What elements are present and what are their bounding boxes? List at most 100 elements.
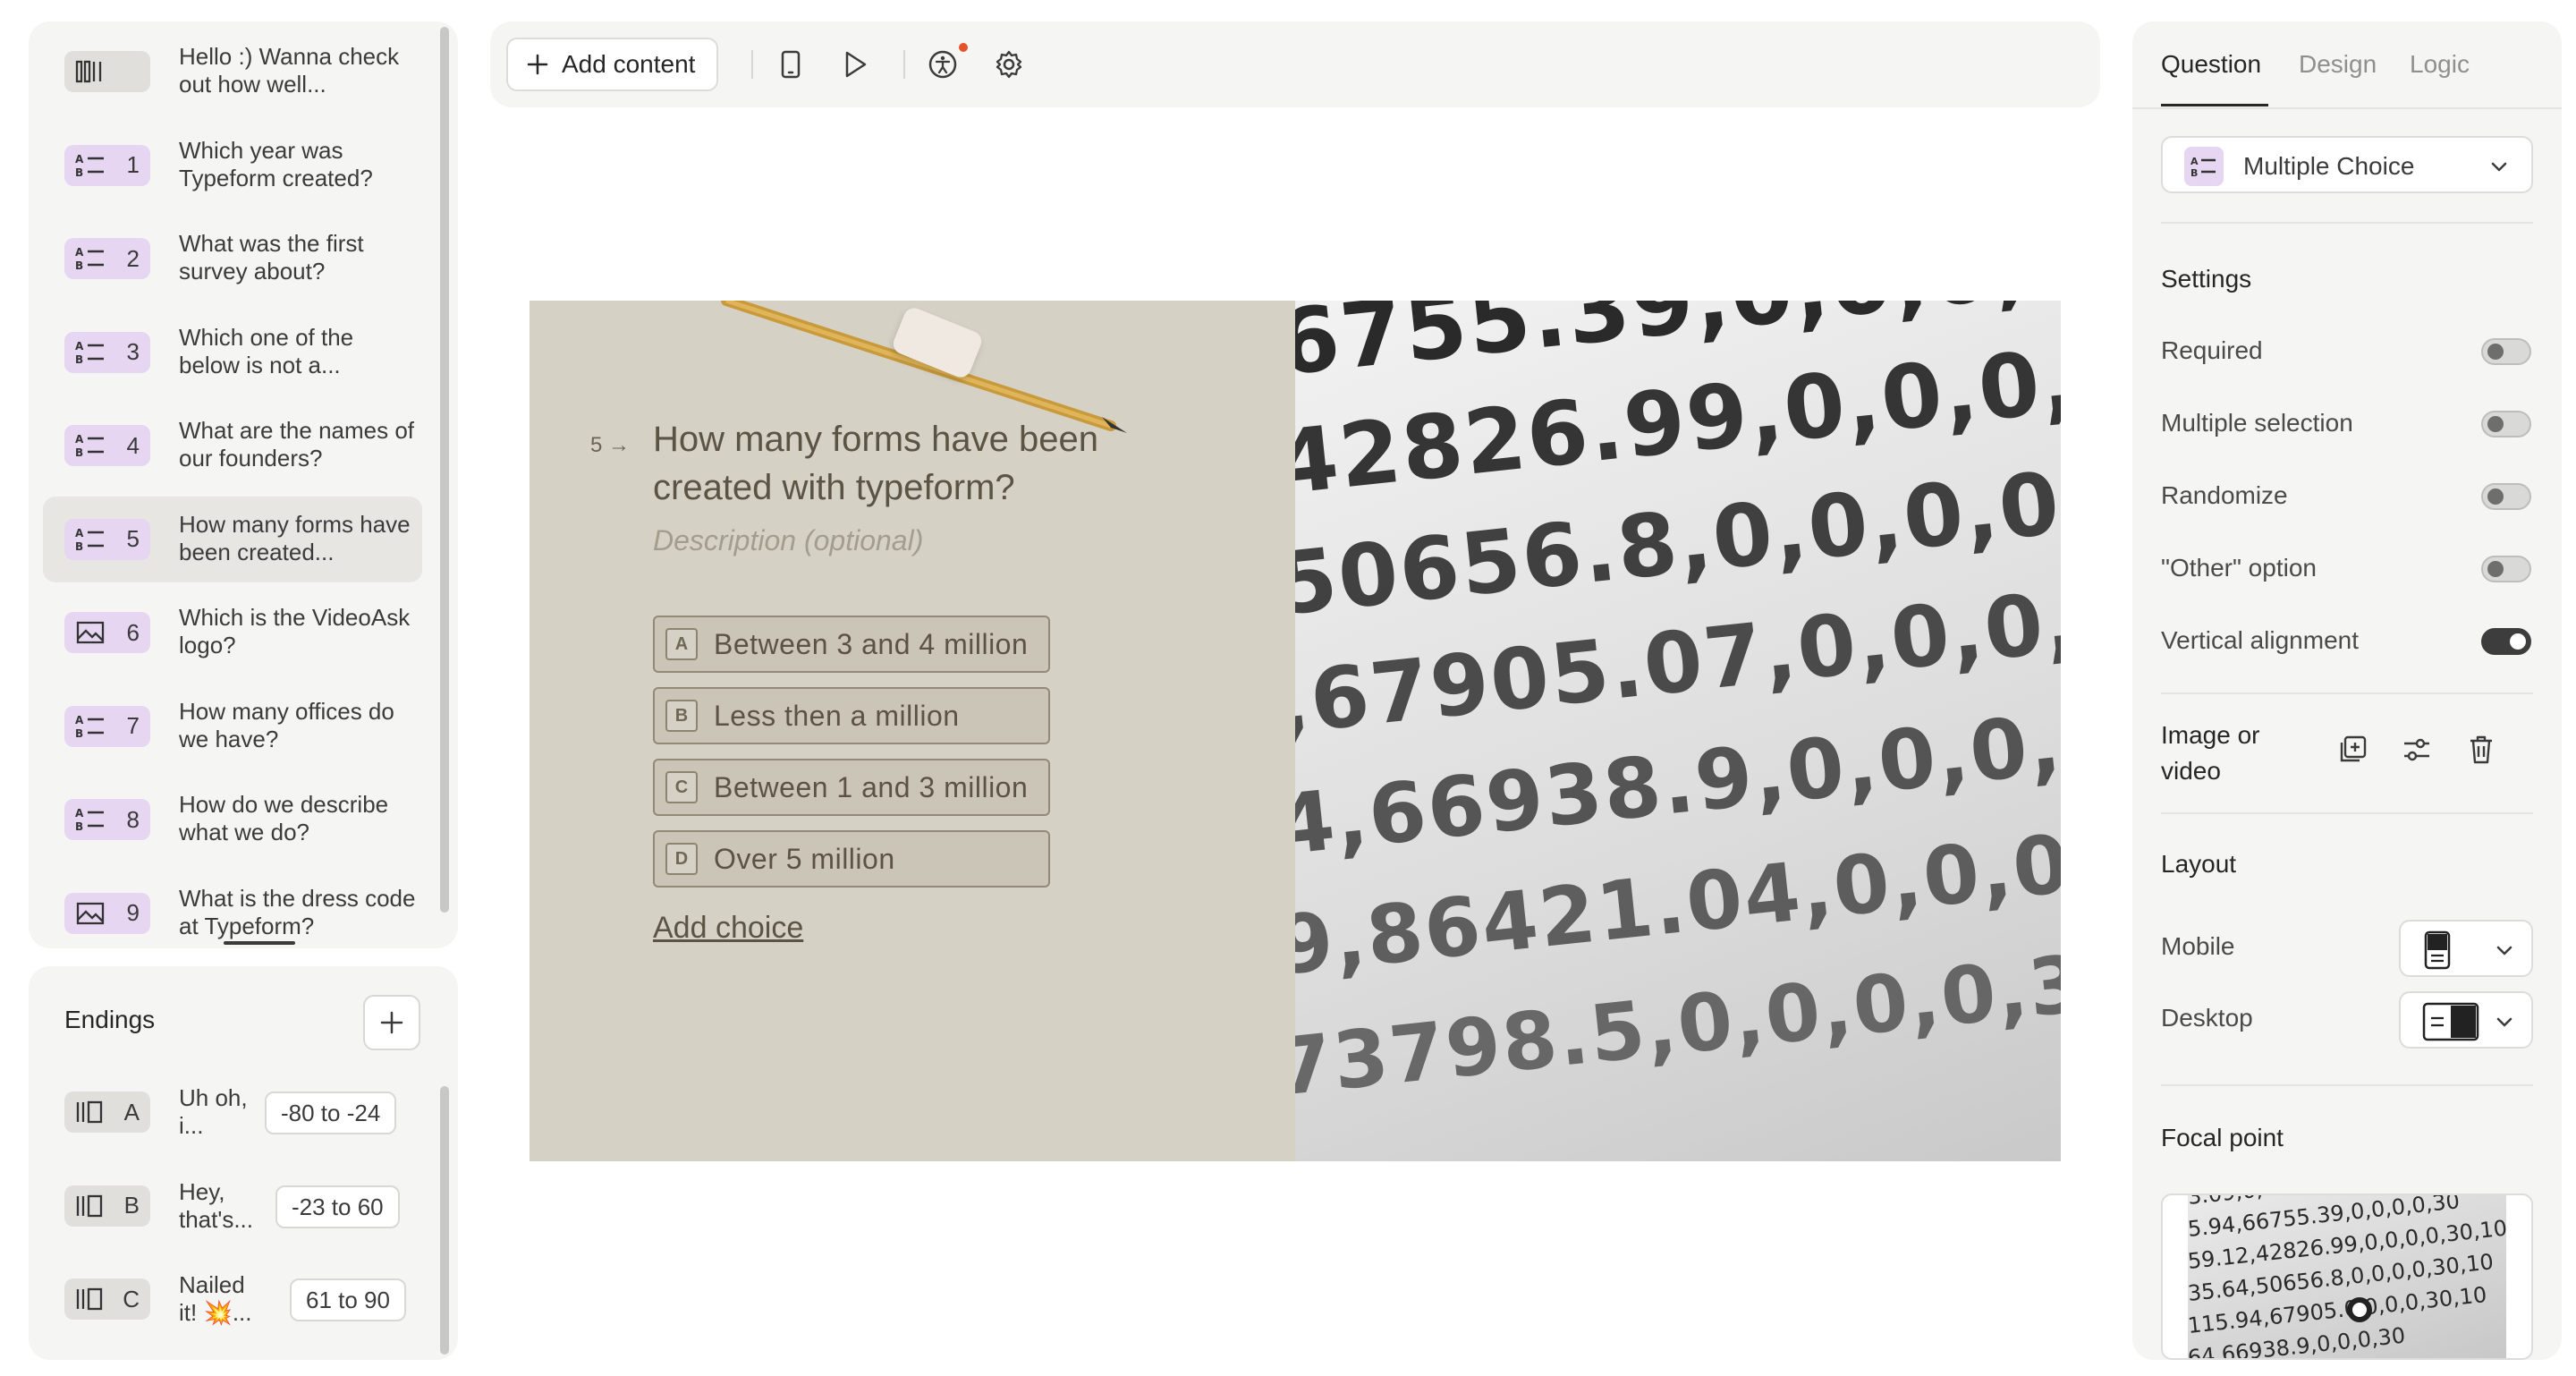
endings-panel: Endings A Uh oh, i... -80 to -24 B Hey, that… (29, 966, 458, 1360)
setting-toggle[interactable] (2481, 411, 2531, 437)
question-list-item[interactable]: 9 What is the dress code at Typeform? (43, 871, 422, 949)
answer-choice[interactable]: C Between 1 and 3 million (653, 759, 1050, 816)
question-title[interactable]: How many forms have been created with ty… (653, 415, 1154, 512)
ending-screen-icon (76, 1287, 103, 1311)
question-canvas: 5 → How many forms have been created wit… (530, 301, 2061, 1161)
question-list-item[interactable]: A B 8 How do we describe what we do? (43, 777, 422, 862)
multiple-choice-icon: AB (75, 246, 104, 272)
question-number: 5 → (590, 433, 631, 457)
question-type-select[interactable]: AB Multiple Choice (2161, 136, 2533, 193)
ending-list-item[interactable]: B Hey, that's... -23 to 60 (43, 1164, 428, 1250)
divider (2161, 1084, 2533, 1086)
svg-text:A: A (75, 153, 84, 166)
question-list-item[interactable]: A B 5 How many forms have been created... (43, 496, 422, 582)
multiple-choice-icon: AB (2184, 147, 2224, 186)
add-media-icon[interactable] (2334, 732, 2370, 768)
add-ending-button[interactable] (363, 995, 420, 1050)
setting-toggle[interactable] (2481, 338, 2531, 365)
chevron-down-icon (2496, 1017, 2512, 1027)
question-list-label: What is the dress code at Typeform? (179, 884, 416, 939)
focal-point-title: Focal point (2161, 1124, 2284, 1151)
choice-label[interactable]: Over 5 million (714, 843, 895, 876)
ending-score-range[interactable]: 61 to 90 (290, 1278, 406, 1321)
multiple-choice-icon: AB (75, 714, 104, 740)
question-type-badge: AB 1 (64, 144, 150, 186)
ending-list-item[interactable]: C Nailed it! 💥... 61 to 90 (43, 1257, 428, 1343)
toolbar-divider (751, 50, 753, 79)
setting-label: Vertical alignment (2161, 626, 2360, 654)
ending-screen-icon (76, 1194, 103, 1217)
svg-text:B: B (75, 166, 83, 179)
ending-score-range[interactable]: -23 to 60 (275, 1185, 400, 1228)
svg-text:A: A (75, 527, 84, 539)
question-list-item[interactable]: A B 4 What are the names of our founders? (43, 403, 422, 488)
question-list-item[interactable]: 6 Which is the VideoAsk logo? (43, 590, 422, 675)
multiple-choice-icon: AB (75, 807, 104, 833)
svg-text:B: B (2190, 167, 2198, 178)
divider (2161, 812, 2533, 814)
question-number: 2 (126, 244, 140, 272)
question-type-badge: AB 3 (64, 331, 150, 373)
mobile-preview-icon[interactable] (775, 48, 807, 81)
answer-choice[interactable]: B Less then a million (653, 687, 1050, 744)
plus-icon (527, 54, 548, 75)
play-preview-icon[interactable] (839, 48, 871, 81)
adjust-media-icon[interactable] (2399, 732, 2435, 768)
setting-toggle[interactable] (2481, 556, 2531, 582)
add-content-button[interactable]: Add content (506, 38, 719, 91)
ending-screen-icon (76, 1100, 103, 1124)
question-list-item[interactable]: A B 2 What was the first survey about? (43, 216, 422, 302)
setting-label: "Other" option (2161, 554, 2317, 582)
question-description-input[interactable]: Description (optional) (653, 524, 923, 557)
setting-toggle[interactable] (2481, 483, 2531, 510)
focal-image-number-row: 3.09,0, (2188, 1195, 2264, 1210)
choice-key: B (665, 700, 698, 732)
answer-choice[interactable]: D Over 5 million (653, 830, 1050, 888)
tab-design[interactable]: Design (2299, 50, 2377, 79)
question-list-panel: Hello :) Wanna check out how well... A B 1 W… (29, 21, 458, 948)
tab-question[interactable]: Question (2161, 50, 2261, 79)
ending-key: A (123, 1098, 140, 1125)
mobile-layout-select[interactable] (2399, 920, 2533, 977)
answer-choice[interactable]: A Between 3 and 4 million (653, 616, 1050, 673)
image-or-video-label: Image or video (2161, 721, 2260, 785)
ending-label: Uh oh, i... (179, 1084, 248, 1139)
question-type-badge: 9 (64, 892, 150, 934)
toggle-knob (2487, 416, 2504, 432)
add-choice-link[interactable]: Add choice (653, 911, 803, 946)
question-number: 4 (126, 431, 140, 459)
choice-label[interactable]: Less then a million (714, 700, 960, 733)
tab-logic[interactable]: Logic (2410, 50, 2470, 79)
question-list-item[interactable]: A B 1 Which year was Typeform created? (43, 123, 422, 208)
question-settings-panel: Question Design Logic AB Multiple Choice… (2132, 21, 2562, 1360)
settings-gear-icon[interactable] (993, 48, 1025, 81)
question-list-item[interactable]: A B 3 Which one of the below is not a... (43, 310, 422, 395)
accessibility-icon[interactable] (927, 48, 959, 81)
question-type-badge (64, 51, 150, 92)
svg-text:A: A (75, 340, 84, 352)
question-type-badge: AB 2 (64, 238, 150, 279)
question-list-scroll-indicator (224, 941, 295, 945)
toggle-knob (2510, 633, 2526, 650)
ending-key: B (123, 1192, 140, 1219)
delete-media-icon[interactable] (2463, 732, 2499, 768)
desktop-layout-select[interactable] (2399, 991, 2533, 1049)
choice-label[interactable]: Between 1 and 3 million (714, 771, 1028, 804)
ending-score-range[interactable]: -80 to -24 (265, 1091, 397, 1134)
layout-desktop-label: Desktop (2161, 1004, 2253, 1032)
question-list-item[interactable]: Hello :) Wanna check out how well... (43, 29, 422, 115)
endings-scrollbar[interactable] (440, 1086, 449, 1355)
toggle-knob (2487, 561, 2504, 577)
setting-toggle[interactable] (2481, 628, 2531, 655)
question-type-badge: AB 7 (64, 705, 150, 747)
question-list-item[interactable]: A B 7 How many offices do we have? (43, 684, 422, 769)
choice-label[interactable]: Between 3 and 4 million (714, 628, 1028, 661)
svg-text:A: A (75, 433, 84, 446)
focal-point-image[interactable]: 3.09,0,5.94,66755.39,0,0,0,0,3059.12,428… (2188, 1195, 2506, 1358)
question-number: 5 (126, 525, 140, 552)
ending-list-item[interactable]: A Uh oh, i... -80 to -24 (43, 1070, 428, 1156)
ending-badge: C (64, 1278, 150, 1320)
question-list-scrollbar[interactable] (440, 27, 449, 913)
question-list-label: What was the first survey about? (179, 230, 364, 285)
focal-point-handle[interactable] (2347, 1297, 2372, 1322)
